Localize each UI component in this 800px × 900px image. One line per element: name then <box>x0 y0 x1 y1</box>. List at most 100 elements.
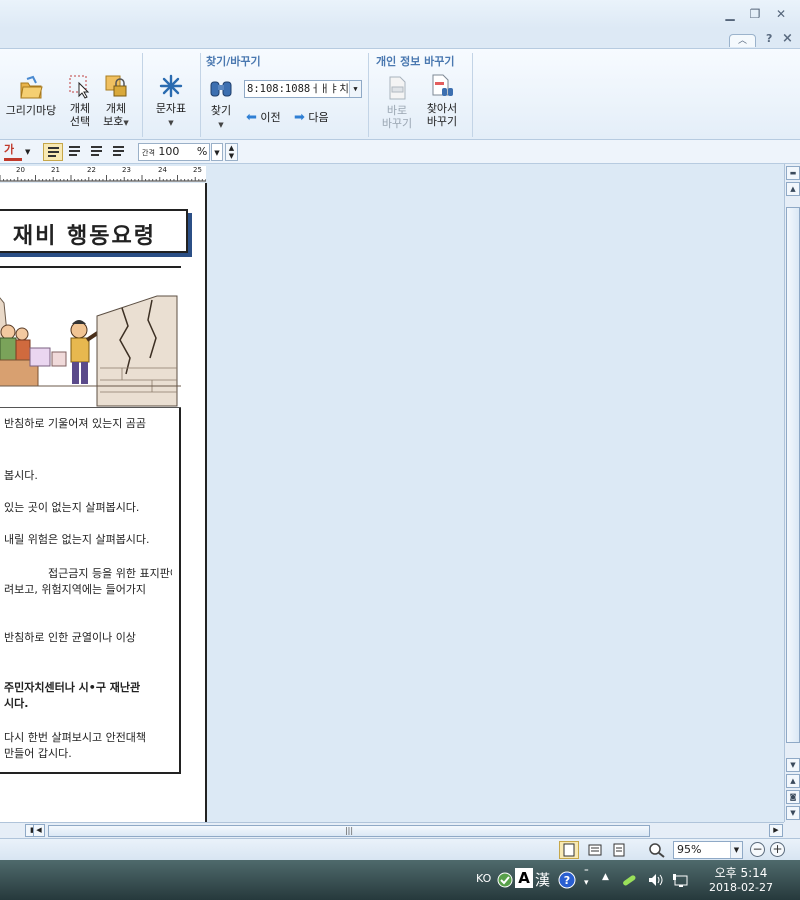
menu-row <box>0 28 800 48</box>
horizontal-scrollbar[interactable]: ▮ ◀ ||| ▶ <box>24 822 784 838</box>
body-text-line: 만들어 갑시다. <box>4 747 72 760</box>
title-bar: ▁ ❐ ✕ <box>0 0 800 28</box>
vertical-scroll-thumb[interactable] <box>786 207 800 743</box>
hscroll-corner <box>0 822 24 838</box>
body-text-line: 봅시다. <box>4 469 38 482</box>
windows-taskbar: KO A 漢 ? ⁼ ▾ ▲ 오후 5:14 2018-02-27 <box>0 860 800 900</box>
ime-mode-button[interactable]: A <box>515 868 533 888</box>
font-color-button[interactable]: 가 <box>4 143 22 161</box>
zoom-select[interactable]: 95% ▼ <box>673 841 743 859</box>
body-text-line: 있는 곳이 없는지 살펴봅시다. <box>4 501 140 514</box>
chevron-down-icon[interactable]: ▼ <box>25 143 35 161</box>
clock-date[interactable]: 2018-02-27 <box>702 881 780 894</box>
zoom-value: 95% <box>677 843 702 856</box>
restore-icon[interactable]: ❐ <box>746 6 764 22</box>
show-hidden-icons-button[interactable]: ▲ <box>602 872 609 882</box>
status-bar: 95% ▼ − + <box>0 838 800 860</box>
replace-now-label-1: 바로 <box>386 104 408 117</box>
help-button[interactable]: ? <box>766 32 772 45</box>
find-button[interactable]: 찾기 ▼ <box>204 75 238 132</box>
zoom-in-button[interactable]: + <box>770 842 785 857</box>
replace-now-button[interactable]: 바로 바꾸기 <box>376 75 418 130</box>
prev-button[interactable]: ⬅ 이전 <box>246 111 292 124</box>
outline-view-button[interactable] <box>609 841 629 859</box>
next-button[interactable]: ➡ 다음 <box>294 111 340 124</box>
body-text-line: 내릴 위험은 없는지 살펴봅시다. <box>4 533 150 546</box>
banner-title: 재비 행동요령 <box>12 224 156 249</box>
align-right-icon <box>113 146 124 157</box>
ime-language-indicator[interactable]: KO <box>476 872 491 885</box>
object-protect-button[interactable]: 개체 보호▼ <box>98 73 134 130</box>
dropdown-arrow-icon: ▼ <box>168 119 174 127</box>
scroll-left-button[interactable]: ◀ <box>33 824 45 837</box>
scroll-split-icon[interactable]: ▬ <box>786 166 800 180</box>
select-cursor-icon <box>69 75 90 99</box>
ruler-number: 23 <box>122 166 131 174</box>
scroll-right-button[interactable]: ▶ <box>769 824 783 837</box>
minimize-icon[interactable]: ▁ <box>721 6 739 22</box>
replace-now-label-2: 바꾸기 <box>381 117 413 130</box>
group-separator <box>472 53 473 137</box>
line-spacing-field[interactable]: 간격 100 % <box>138 143 210 161</box>
object-select-button[interactable]: 개체 선택 <box>64 73 96 128</box>
chevron-down-icon[interactable]: ▼ <box>211 143 223 161</box>
body-text-line: 접근금지 등을 위한 표지판이 <box>48 567 172 580</box>
svg-text:?: ? <box>564 874 570 887</box>
find-input-value: 8:108:1088ㅓㅐㅑ치 <box>247 83 349 95</box>
lock-icon <box>105 75 127 97</box>
hanja-button[interactable]: 漢 <box>535 869 550 890</box>
draw-gallery-label: 그리기마당 <box>5 104 57 117</box>
horizontal-ruler[interactable]: 20 21 22 23 24 25 <box>0 166 206 182</box>
symbols-button[interactable]: 문자표 ▼ <box>150 73 192 130</box>
title-banner: 재비 행동요령 <box>0 209 188 253</box>
ribbon-collapse-button[interactable]: ︿ <box>729 34 756 47</box>
vertical-scrollbar[interactable]: ▬ ▲ ▼ ▲ ◙ ▼ <box>784 164 800 822</box>
align-justify-button[interactable] <box>43 143 63 161</box>
body-text-line: 주민자치센터나 시•구 재난관 <box>4 681 141 694</box>
draw-gallery-button[interactable]: 그리기마당 <box>0 75 62 117</box>
ruler-number: 20 <box>16 166 25 174</box>
scroll-up-button[interactable]: ▲ <box>786 182 800 196</box>
close-icon[interactable]: ✕ <box>772 6 790 22</box>
app-tray-icon[interactable] <box>620 871 638 889</box>
align-left-button[interactable] <box>65 143 85 161</box>
help-icon[interactable]: ? <box>558 871 576 889</box>
dropdown-arrow-icon: ▼ <box>218 121 224 129</box>
format-toolbar: 가 ▼ 간격 100 % ▼ ▲ ▼ <box>0 140 800 164</box>
object-select-label-1: 개체 <box>69 102 91 115</box>
ruler-ticks <box>0 175 206 181</box>
line-spacing-value: 100 <box>158 145 180 158</box>
zoom-magnifier-icon[interactable] <box>648 842 666 858</box>
align-center-button[interactable] <box>87 143 107 161</box>
ime-settings-icon[interactable] <box>496 871 514 889</box>
horizontal-scroll-thumb[interactable]: ||| <box>48 825 650 837</box>
zoom-out-button[interactable]: − <box>750 842 765 857</box>
document-page[interactable]: 재비 행동요령 반침하로 기울어져 있는지 곰곰 봅시다. 있는 곳이 없는지 … <box>0 183 207 822</box>
scroll-down-button[interactable]: ▼ <box>786 758 800 772</box>
page-browse-icon[interactable]: ◙ <box>786 790 800 804</box>
find-and-replace-label-2: 바꾸기 <box>426 115 458 128</box>
find-input[interactable]: 8:108:1088ㅓㅐㅑ치 ▼ <box>244 80 362 98</box>
align-center-icon <box>91 146 102 157</box>
page-view-button[interactable] <box>559 841 579 859</box>
web-view-button[interactable] <box>585 841 605 859</box>
line-spacing-unit: % <box>196 145 208 158</box>
spin-button[interactable]: ▲ ▼ <box>225 143 238 161</box>
volume-icon[interactable] <box>646 871 664 889</box>
symbol-icon <box>159 74 183 98</box>
ruler-number: 22 <box>87 166 96 174</box>
find-and-replace-button[interactable]: 찾아서 바꾸기 <box>420 73 464 128</box>
clock-time[interactable]: 오후 5:14 <box>706 864 776 881</box>
ime-options-icon[interactable]: ⁼ ▾ <box>584 868 589 888</box>
chevron-down-icon[interactable]: ▼ <box>730 842 742 858</box>
people-inspecting-wall-illustration <box>0 268 181 407</box>
folder-icon <box>20 75 43 99</box>
find-label: 찾기 <box>210 104 232 117</box>
prev-page-button[interactable]: ▲ <box>786 774 800 788</box>
next-page-button[interactable]: ▼ <box>786 806 800 820</box>
scroll-corner <box>784 822 800 838</box>
align-right-button[interactable] <box>109 143 129 161</box>
chevron-down-icon[interactable]: ▼ <box>349 81 361 97</box>
network-icon[interactable] <box>672 871 690 889</box>
ribbon-close-icon[interactable]: × <box>782 31 793 46</box>
